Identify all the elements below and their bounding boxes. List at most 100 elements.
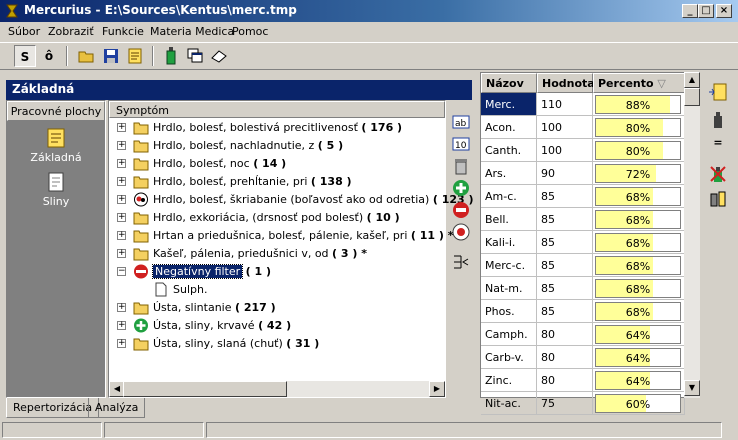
- expand-toggle[interactable]: +: [117, 213, 126, 222]
- export-notes-icon[interactable]: [708, 82, 728, 102]
- eraser-icon[interactable]: [208, 45, 230, 67]
- percent-text: 68%: [625, 214, 651, 227]
- menu-funkcie[interactable]: Funkcie: [102, 25, 144, 38]
- percent-cell: 68%: [593, 300, 685, 323]
- remedy-value: 100: [537, 116, 593, 139]
- tree-node-label: Hrdlo, bolesť, škriabanie (boľavosť ako …: [153, 193, 474, 206]
- tree-node-label: Ústa, sliny, krvavé ( 42 ): [153, 319, 292, 332]
- expand-toggle[interactable]: −: [117, 267, 126, 276]
- no-entry-icon[interactable]: [451, 200, 471, 220]
- equals-icon[interactable]: =: [708, 136, 728, 154]
- scroll-right-button[interactable]: ▶: [429, 381, 445, 397]
- close-button[interactable]: ×: [716, 4, 732, 18]
- grid-vertical-scrollbar[interactable]: ▲ ▼: [684, 72, 700, 398]
- percent-bar: 80%: [595, 118, 681, 137]
- percent-bar: 64%: [595, 371, 681, 390]
- menu-bar: Súbor Zobraziť Funkcie Materia Medica Po…: [0, 22, 738, 42]
- notes-icon: [47, 128, 65, 148]
- scroll-thumb[interactable]: [684, 88, 700, 106]
- scroll-up-button[interactable]: ▲: [684, 72, 700, 88]
- percent-cell: 68%: [593, 277, 685, 300]
- percent-cell: 64%: [593, 369, 685, 392]
- grid-header-label: Percento: [598, 77, 654, 90]
- tree-node[interactable]: Sulph.: [109, 281, 445, 299]
- expand-toggle[interactable]: +: [117, 231, 126, 240]
- expand-toggle[interactable]: +: [117, 159, 126, 168]
- svg-text:ab: ab: [455, 119, 467, 129]
- tree-node-label: Hrdlo, bolesť, noc ( 14 ): [153, 157, 287, 170]
- tree-column-header[interactable]: Symptóm: [109, 101, 445, 118]
- tree-node[interactable]: + Kašeľ, pálenia, priedušnici v, od ( 3 )…: [109, 245, 445, 263]
- menu-subor[interactable]: Súbor: [8, 25, 40, 38]
- tree-node[interactable]: + Hrdlo, bolesť, škriabanie (boľavosť ako…: [109, 191, 474, 209]
- tree-node[interactable]: − Negatívny filter ( 1 ): [109, 263, 445, 281]
- expand-toggle[interactable]: +: [117, 195, 126, 204]
- remedy-name: Phos.: [481, 300, 537, 323]
- toolbar: S ô: [0, 42, 738, 70]
- number-format-icon[interactable]: 10: [451, 134, 471, 154]
- tree-node[interactable]: + Ústa, sliny, krvavé ( 42 ): [109, 317, 445, 335]
- bottles-icon[interactable]: [708, 188, 728, 208]
- grid-header-nazov[interactable]: Názov: [481, 73, 537, 93]
- percent-text: 80%: [625, 145, 651, 158]
- remove-bottle-icon[interactable]: [708, 164, 728, 184]
- tab-analyza[interactable]: Analýza: [88, 398, 146, 418]
- menu-zobrazit[interactable]: Zobraziť: [48, 25, 94, 38]
- workspace-label: Sliny: [42, 195, 70, 208]
- tree-node[interactable]: + Hrdlo, bolesť, nachladnutie, z ( 5 ): [109, 137, 445, 155]
- percent-text: 64%: [625, 352, 651, 365]
- remedy-value: 85: [537, 277, 593, 300]
- maximize-button[interactable]: □: [698, 4, 714, 18]
- tree-node[interactable]: + Hrtan a priedušnica, bolesť, pálenie, k…: [109, 227, 454, 245]
- title-bar: Mercurius - E:\Sources\Kentus\merc.tmp _…: [0, 0, 738, 22]
- expand-toggle[interactable]: +: [117, 123, 126, 132]
- percent-bar: 80%: [595, 141, 681, 160]
- percent-bar: 68%: [595, 302, 681, 321]
- workspace-zakladna[interactable]: Základná: [7, 127, 105, 164]
- percent-bar: 60%: [595, 394, 681, 413]
- menu-materia-medica[interactable]: Materia Medica: [150, 25, 234, 38]
- text-format-icon[interactable]: ab: [451, 112, 471, 132]
- add-circle-icon[interactable]: [451, 178, 471, 198]
- collapse-all-icon[interactable]: [451, 252, 471, 272]
- remedy-value: 80: [537, 369, 593, 392]
- remedy-value: 90: [537, 162, 593, 185]
- expand-toggle[interactable]: +: [117, 249, 126, 258]
- s-toggle-button[interactable]: S: [14, 45, 36, 67]
- tab-repertorizacia[interactable]: Repertorizácia: [6, 398, 100, 418]
- grid-header-hodnota[interactable]: Hodnota: [537, 73, 595, 93]
- trash-icon[interactable]: [451, 156, 471, 176]
- expand-toggle[interactable]: +: [117, 303, 126, 312]
- open-folder-icon[interactable]: [76, 45, 98, 67]
- expand-toggle[interactable]: +: [117, 339, 126, 348]
- minimize-button[interactable]: _: [682, 4, 698, 18]
- expand-toggle[interactable]: +: [117, 177, 126, 186]
- status-panel: [206, 422, 722, 438]
- bottle-icon[interactable]: [708, 110, 728, 130]
- tree-node[interactable]: + Hrdlo, bolesť, noc ( 14 ): [109, 155, 445, 173]
- tree-node[interactable]: + Hrdlo, bolesť, prehĺtanie, pri ( 138 ): [109, 173, 445, 191]
- tree-node[interactable]: + Ústa, slintanie ( 217 ): [109, 299, 445, 317]
- tree-node[interactable]: + Ústa, sliny, slaná (chuť) ( 31 ): [109, 335, 445, 353]
- horizontal-scrollbar[interactable]: ◀ ▶: [109, 381, 445, 397]
- workspace-sliny[interactable]: Sliny: [7, 171, 105, 208]
- tree-node-label: Hrtan a priedušnica, bolesť, pálenie, ka…: [153, 229, 454, 242]
- tree-node[interactable]: + Hrdlo, exkoriácia, (drsnosť pod bolesť)…: [109, 209, 445, 227]
- remedy-value: 85: [537, 185, 593, 208]
- o-toggle-button[interactable]: ô: [38, 45, 60, 67]
- save-icon[interactable]: [100, 45, 122, 67]
- menu-pomoc[interactable]: Pomoc: [232, 25, 268, 38]
- notes-icon[interactable]: [124, 45, 146, 67]
- scroll-down-button[interactable]: ▼: [684, 380, 700, 396]
- windows-icon[interactable]: [184, 45, 206, 67]
- percent-cell: 80%: [593, 139, 685, 162]
- expand-toggle[interactable]: +: [117, 321, 126, 330]
- tree-node-label: Kašeľ, pálenia, priedušnici v, od ( 3 ) …: [153, 247, 368, 260]
- scroll-thumb[interactable]: [123, 381, 287, 397]
- bottle-icon[interactable]: [160, 45, 182, 67]
- tree-node[interactable]: + Hrdlo, bolesť, bolestivá precitlivenosť…: [109, 119, 445, 137]
- grid-header-percento[interactable]: Percento ▽: [593, 73, 685, 93]
- expand-toggle[interactable]: +: [117, 141, 126, 150]
- filter-eye-icon[interactable]: [451, 222, 471, 242]
- percent-text: 68%: [625, 237, 651, 250]
